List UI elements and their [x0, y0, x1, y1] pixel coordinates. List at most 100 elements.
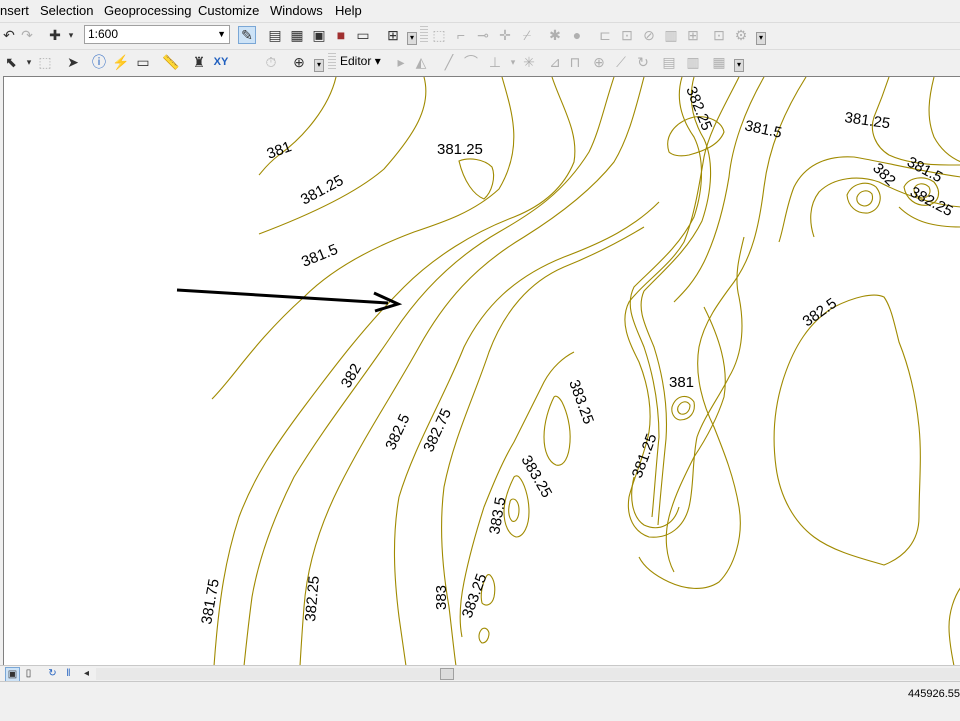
rotate-icon[interactable]: ↻ — [634, 53, 652, 71]
menu-help[interactable]: Help — [335, 3, 362, 18]
model-builder-icon[interactable]: ⊞ — [384, 26, 402, 44]
chevron-down-icon[interactable]: ▼ — [217, 26, 226, 43]
reshape-edge-icon[interactable]: ⌿ — [518, 26, 536, 44]
grid-icon[interactable]: ⊞ — [684, 26, 702, 44]
contour-label: 381.5 — [743, 117, 783, 141]
refresh-icon[interactable]: ↻ — [46, 667, 59, 680]
contour-label: 383 — [433, 585, 450, 610]
menu-windows[interactable]: Windows — [270, 3, 323, 18]
menu-geoprocessing[interactable]: Geoprocessing — [104, 3, 191, 18]
contour-line — [671, 395, 695, 421]
contour-label: 382.25 — [302, 575, 323, 622]
toolbar-overflow-icon[interactable]: ▾ — [314, 59, 324, 72]
toolbar-grip[interactable] — [328, 53, 336, 71]
clear-selection-icon[interactable]: ⬚ — [36, 53, 54, 71]
toolbar-grip[interactable] — [420, 26, 428, 44]
toolbar-overflow-icon[interactable]: ▾ — [756, 32, 766, 45]
shared-vertex-icon[interactable]: ✛ — [496, 26, 514, 44]
end-point-arc-icon[interactable]: ⌒ — [462, 53, 480, 71]
contour-label: 381 — [669, 374, 694, 391]
layout-view-icon[interactable]: ▯ — [22, 667, 35, 680]
menu-bar: nsert Selection Geoprocessing Customize … — [0, 0, 960, 22]
data-view-icon[interactable]: ▣ — [5, 667, 20, 682]
create-features-icon[interactable]: ▦ — [710, 53, 728, 71]
edit-vertices-icon[interactable]: ⊿ — [546, 53, 564, 71]
chevron-down-icon[interactable]: ▾ — [62, 26, 80, 44]
contour-label: 381.5 — [299, 241, 340, 271]
contour-line — [928, 77, 960, 163]
editor-toolbar-icon[interactable]: ✎ — [238, 26, 256, 44]
menu-insert[interactable]: nsert — [0, 3, 29, 18]
map-display[interactable]: 381 381.25 381.5 381.25 382.25 381.5 381… — [3, 76, 960, 666]
find-icon[interactable]: ♜ — [190, 53, 208, 71]
search-window-icon[interactable]: ▣ — [310, 26, 328, 44]
pause-drawing-icon[interactable]: ‖ — [62, 667, 75, 680]
rubber-sheet-icon[interactable]: ⊡ — [710, 26, 728, 44]
scrollbar-thumb[interactable] — [440, 668, 454, 680]
contour-label: 383.25 — [565, 378, 597, 427]
globe-icon[interactable]: ● — [568, 26, 586, 44]
fix-error-icon[interactable]: ⊡ — [618, 26, 636, 44]
topology-edit-icon[interactable]: ⌐ — [452, 26, 470, 44]
contour-label: 381 — [265, 138, 294, 163]
validate-icon[interactable]: ⊏ — [596, 26, 614, 44]
undo-icon[interactable]: ↶ — [0, 26, 18, 44]
table-of-contents-icon[interactable]: ▤ — [266, 26, 284, 44]
toolbar-overflow-icon[interactable]: ▾ — [734, 59, 744, 72]
contour-map: 381 381.25 381.5 381.25 382.25 381.5 381… — [176, 77, 960, 666]
contour-label: 381.25 — [843, 109, 891, 132]
horizontal-scrollbar[interactable] — [96, 668, 960, 680]
identify-icon[interactable]: ⓘ — [90, 53, 108, 71]
contour-label: 383.25 — [459, 571, 491, 620]
split-icon[interactable]: ⟋ — [612, 53, 630, 71]
contour-line — [638, 77, 807, 589]
sketch-properties-icon[interactable]: ▥ — [684, 53, 702, 71]
status-bar: 445926.55 — [0, 681, 960, 721]
editor-menu[interactable]: Editor ▾ — [340, 54, 381, 68]
contour-line — [243, 77, 615, 666]
redo-icon[interactable]: ↷ — [18, 26, 36, 44]
contour-label: 383.5 — [486, 496, 509, 536]
time-slider-icon[interactable]: ⏱ — [262, 53, 280, 71]
go-to-xy-icon[interactable]: XY — [212, 53, 230, 71]
cut-polygons-icon[interactable]: ⊕ — [590, 53, 608, 71]
error-inspector-icon[interactable]: ⊘ — [640, 26, 658, 44]
trace-icon[interactable]: ⊥ — [486, 53, 504, 71]
contour-line — [665, 77, 765, 573]
edit-annotation-icon[interactable]: ◭ — [412, 53, 430, 71]
catalog-icon[interactable]: ▦ — [288, 26, 306, 44]
contour-labels: 381 381.25 381.5 381.25 382.25 381.5 381… — [198, 84, 955, 626]
map-arrow — [176, 288, 403, 313]
html-popup-icon[interactable]: ▭ — [134, 53, 152, 71]
select-elements-icon[interactable]: ⬉ — [2, 53, 20, 71]
align-edge-icon[interactable]: ⊸ — [474, 26, 492, 44]
contour-label: 381.75 — [198, 578, 223, 626]
toolbar-overflow-icon[interactable]: ▾ — [407, 32, 417, 45]
edit-tool-icon[interactable]: ▸ — [392, 53, 410, 71]
magnifier-icon[interactable]: ⊕ — [290, 53, 308, 71]
contour-label: 381.5 — [904, 154, 945, 187]
point-icon[interactable]: ✳ — [520, 53, 538, 71]
arctoolbox-icon[interactable]: ■ — [332, 26, 350, 44]
generalize-icon[interactable]: ✱ — [546, 26, 564, 44]
settings-gear-icon[interactable]: ⚙ — [732, 26, 750, 44]
contour-label: 381.25 — [437, 141, 483, 158]
menu-customize[interactable]: Customize — [198, 3, 259, 18]
python-window-icon[interactable]: ▭ — [354, 26, 372, 44]
hyperlink-icon[interactable]: ⚡ — [112, 53, 130, 71]
contour-label: 382.5 — [800, 295, 841, 330]
attributes-icon[interactable]: ▤ — [660, 53, 678, 71]
menu-selection[interactable]: Selection — [40, 3, 93, 18]
reshape-icon[interactable]: ⊓ — [566, 53, 584, 71]
contour-label: 382.5 — [382, 411, 413, 452]
coordinate-readout: 445926.55 — [908, 688, 960, 700]
table-edit-icon[interactable]: ▥ — [662, 26, 680, 44]
measure-icon[interactable]: 📏 — [162, 53, 180, 71]
scale-input[interactable]: 1:600 ▼ — [84, 25, 230, 44]
select-features-icon[interactable]: ➤ — [64, 53, 82, 71]
topology-icon[interactable]: ⬚ — [430, 26, 448, 44]
contour-line — [478, 627, 490, 644]
straight-segment-icon[interactable]: ╱ — [440, 53, 458, 71]
scroll-left-icon[interactable]: ◂ — [80, 667, 93, 680]
scale-value: 1:600 — [88, 27, 119, 41]
